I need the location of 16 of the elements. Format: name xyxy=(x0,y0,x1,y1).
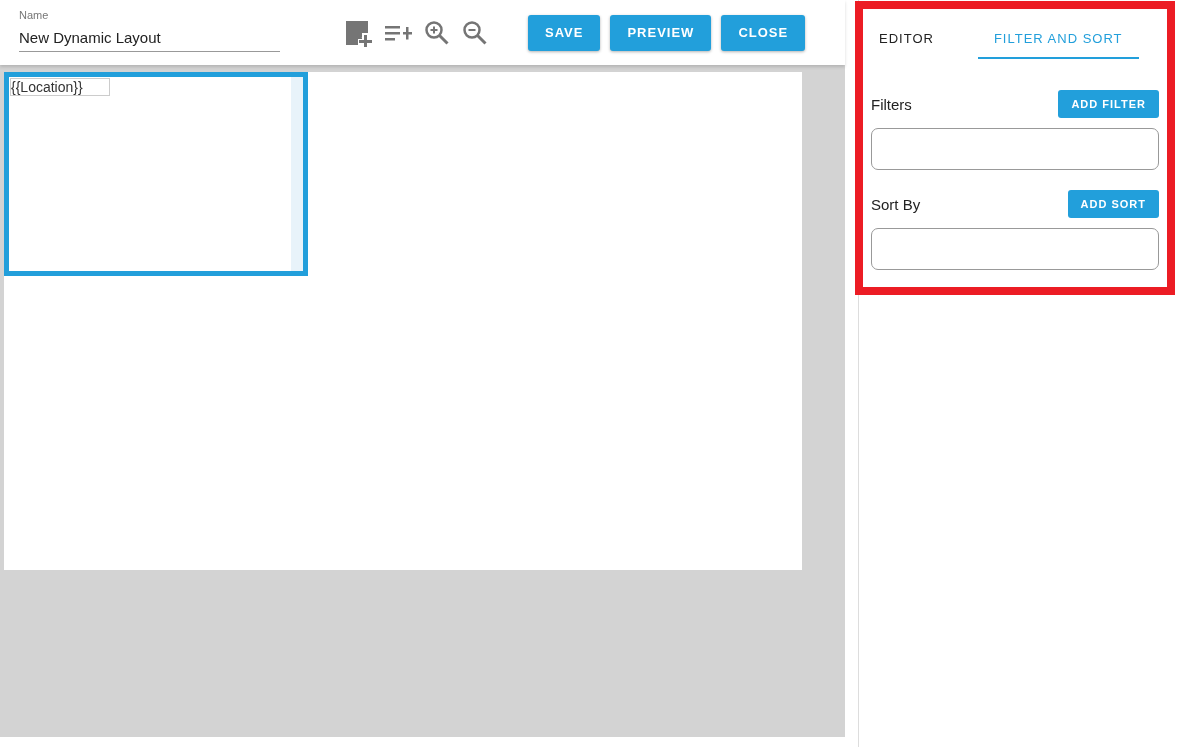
list-box[interactable] xyxy=(871,128,1159,170)
field-label: Name xyxy=(19,9,50,21)
add-button[interactable]: ADD SORT xyxy=(1067,190,1159,218)
section-label: Filters xyxy=(871,95,912,113)
zoom-out-icon[interactable] xyxy=(462,19,488,46)
action-button[interactable]: PREVIEW xyxy=(610,14,712,51)
zoom-in-icon[interactable] xyxy=(424,19,450,46)
add-button[interactable]: ADD FILTER xyxy=(1058,90,1159,118)
selected-container[interactable]: {{Location}} xyxy=(4,72,308,276)
action-button[interactable]: SAVE xyxy=(528,14,601,51)
action-button[interactable]: CLOSE xyxy=(721,14,806,51)
list-box[interactable] xyxy=(871,228,1159,270)
placeholder-text-element[interactable]: {{Location}} xyxy=(10,78,110,96)
section-label: Sort By xyxy=(871,195,921,213)
tab[interactable]: FILTER AND SORT xyxy=(977,19,1139,59)
tab[interactable]: EDITOR xyxy=(863,19,950,59)
